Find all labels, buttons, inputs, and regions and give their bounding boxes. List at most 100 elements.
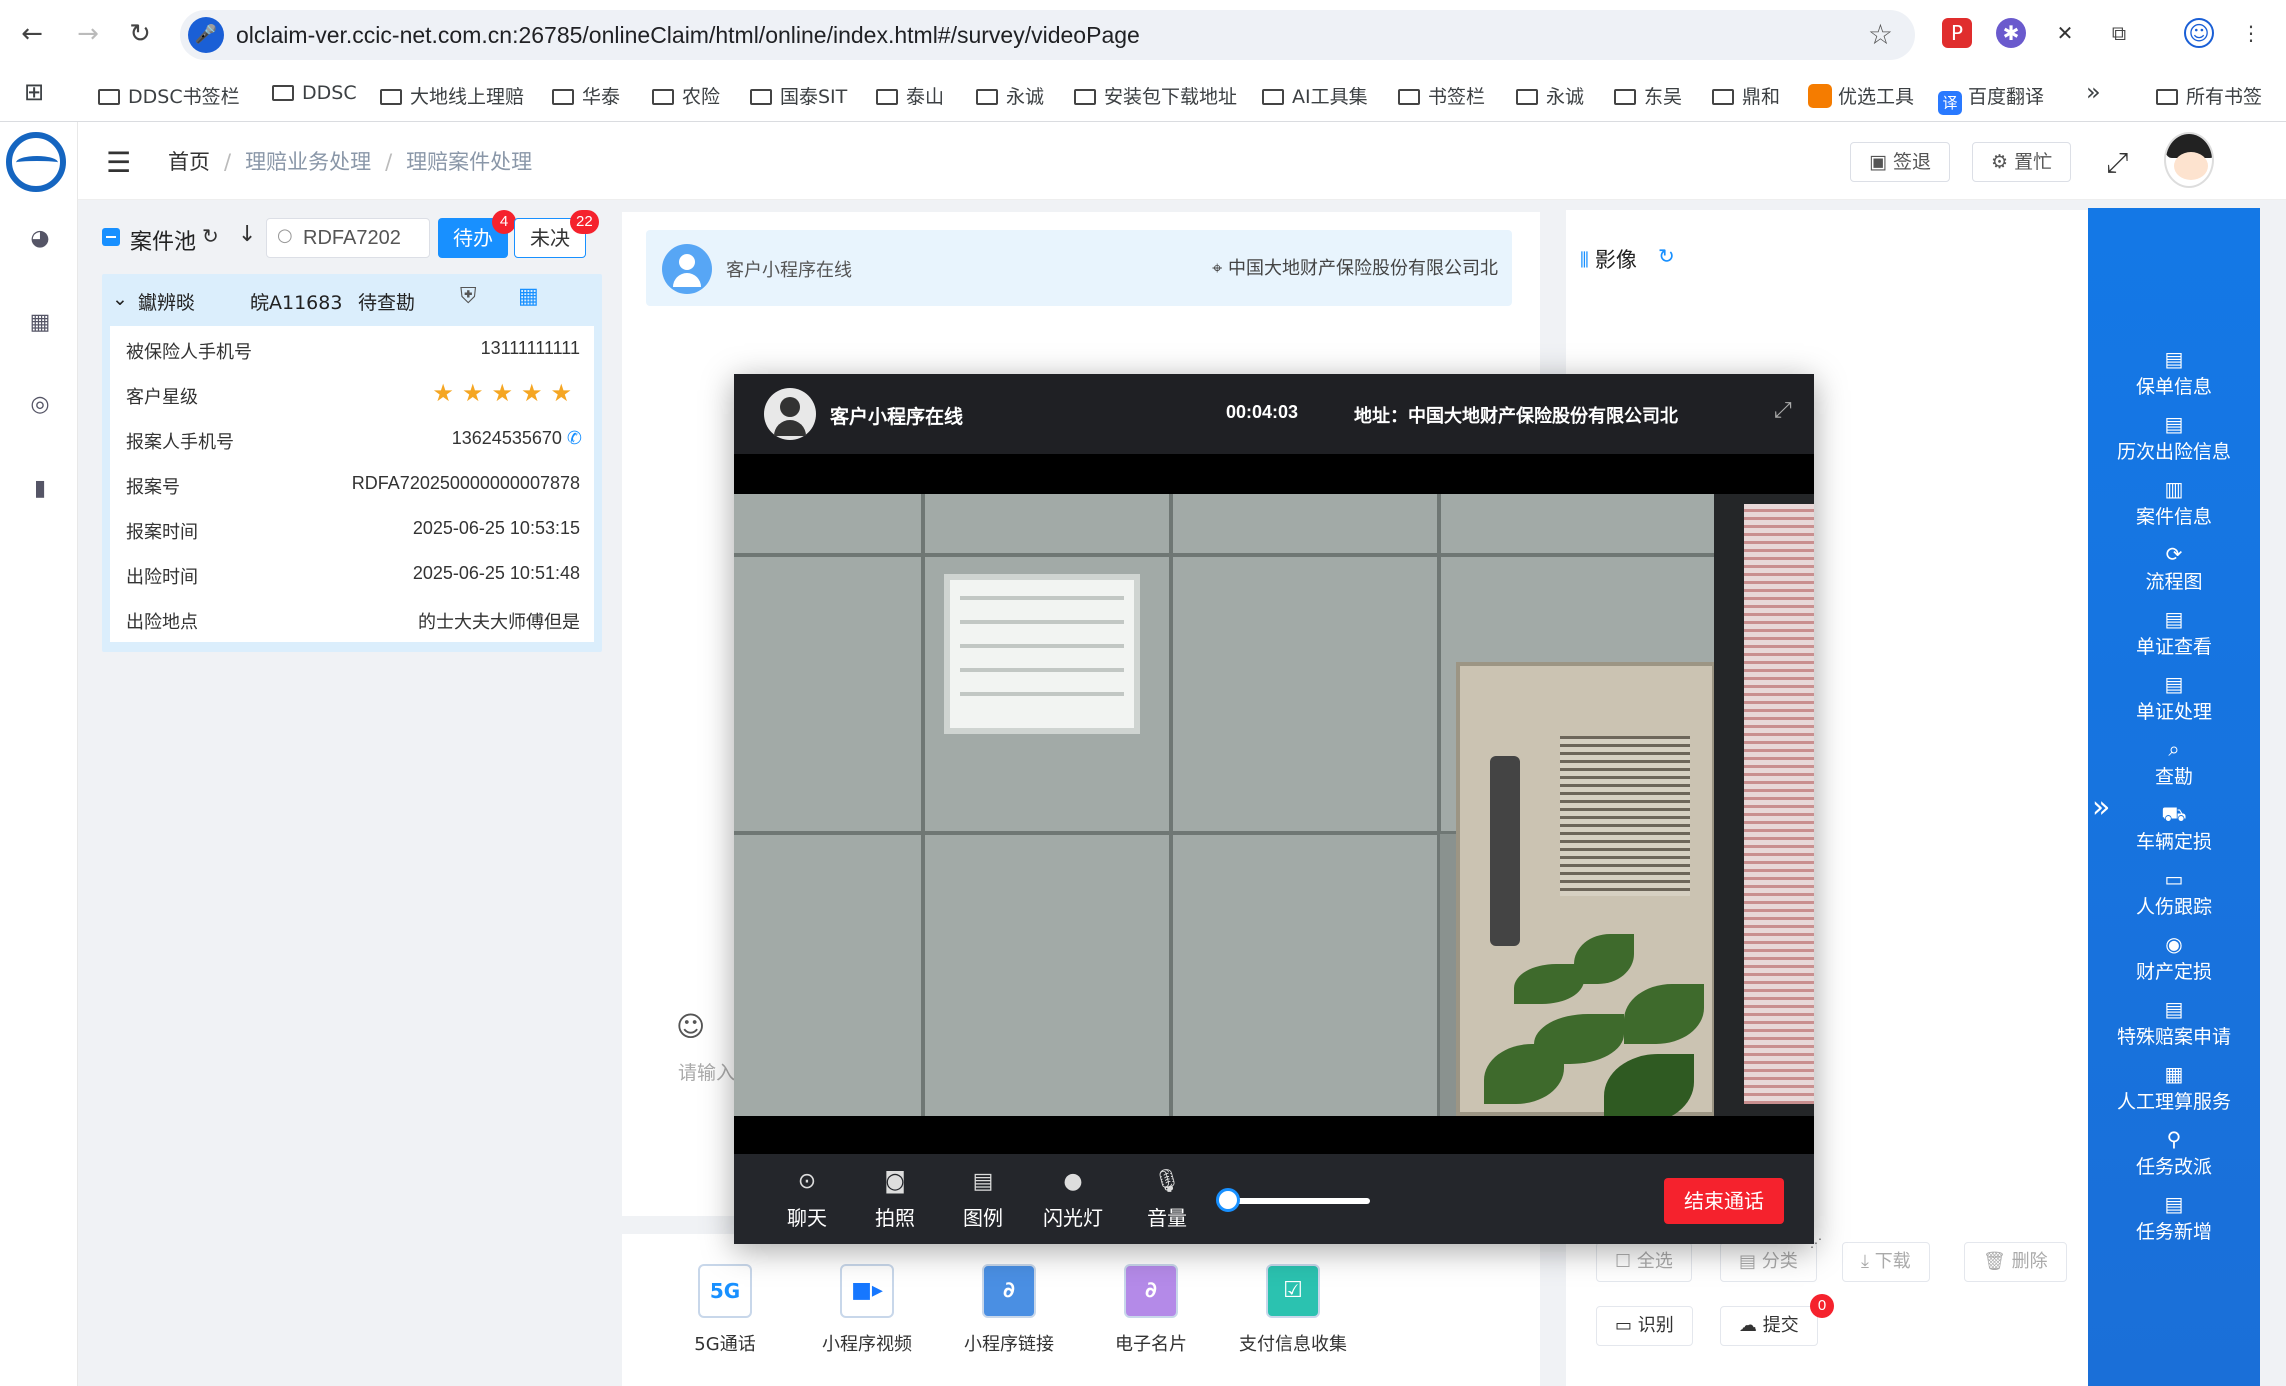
rail-item-manual-adjust[interactable]: ▦ 人工理算服务: [2088, 1063, 2260, 1114]
volume-button[interactable]: 🎙 音量: [1132, 1168, 1202, 1231]
extension-icon[interactable]: ✱: [1996, 18, 2026, 48]
tool-miniapp-video[interactable]: ■▸ 小程序视频: [802, 1264, 932, 1356]
table-icon[interactable]: ▦: [28, 312, 52, 334]
expand-rail-icon[interactable]: »: [2092, 790, 2110, 825]
bookmark-item[interactable]: 国泰SIT: [750, 82, 847, 109]
rail-item-document-view[interactable]: ▤ 单证查看: [2088, 608, 2260, 659]
sign-out-button[interactable]: ▣ 签退: [1850, 142, 1951, 182]
more-bookmarks-chevron-icon[interactable]: »: [2086, 78, 2101, 106]
rail-item-injury-tracking[interactable]: ▭ 人伤跟踪: [2088, 868, 2260, 919]
collapse-chevron-icon[interactable]: ⌄: [112, 288, 128, 310]
bookmark-item[interactable]: 东吴: [1614, 82, 1682, 109]
breadcrumb-home[interactable]: 首页: [168, 150, 210, 174]
bookmark-item[interactable]: DDSC书签栏: [98, 82, 240, 109]
bookmark-item[interactable]: 永诚: [976, 82, 1044, 109]
fullscreen-icon[interactable]: ⤢: [2106, 146, 2128, 180]
rail-item-policy-info[interactable]: ▤ 保单信息: [2088, 348, 2260, 399]
chat-button[interactable]: ⊙ 聊天: [772, 1168, 842, 1231]
browser-toolbar: ← → ↻ 🎤 olclaim-ver.ccic-net.com.cn:2678…: [0, 0, 2286, 68]
tool-e-card[interactable]: ∂ 电子名片: [1086, 1264, 1216, 1356]
url-text[interactable]: olclaim-ver.ccic-net.com.cn:26785/online…: [236, 22, 1140, 49]
rail-item-claim-history[interactable]: ▤ 历次出险信息: [2088, 413, 2260, 464]
resize-handle-icon[interactable]: ⋰: [1810, 1236, 1822, 1250]
photo-button[interactable]: ◙ 拍照: [860, 1168, 930, 1231]
submit-button[interactable]: ☁ 提交: [1720, 1306, 1818, 1346]
chat-input[interactable]: 请输入: [678, 1058, 735, 1085]
delete-button[interactable]: 🗑 删除: [1964, 1242, 2067, 1282]
phone-icon[interactable]: ✆: [567, 428, 582, 448]
card-icon: ∂: [1124, 1264, 1178, 1318]
avatar[interactable]: [2164, 132, 2214, 188]
bookmark-item[interactable]: 译百度翻译: [1938, 82, 2044, 115]
bookmark-item[interactable]: 书签栏: [1398, 82, 1485, 109]
bookmark-item[interactable]: 华泰: [552, 82, 620, 109]
rail-item-case-info[interactable]: ▥ 案件信息: [2088, 478, 2260, 529]
rail-item-vehicle-loss[interactable]: ⛟ 车辆定损: [2088, 803, 2260, 854]
case-pool-checkbox[interactable]: [102, 228, 120, 246]
bookmark-item[interactable]: 大地线上理赔: [380, 82, 524, 109]
bookmark-item[interactable]: DDSC: [272, 82, 357, 104]
bookmark-item[interactable]: 鼎和: [1712, 82, 1780, 109]
volume-slider-handle[interactable]: [1216, 1188, 1240, 1212]
sort-icon[interactable]: ↓: [238, 222, 256, 247]
select-all-button[interactable]: ☐ 全选: [1596, 1242, 1692, 1282]
menu-toggle-icon[interactable]: ☰: [106, 146, 131, 179]
dashboard-icon[interactable]: ◕: [28, 228, 52, 250]
video-camera-icon: ■▸: [840, 1264, 894, 1318]
breadcrumb-item[interactable]: 理赔业务处理: [245, 150, 371, 174]
case-search-input[interactable]: [303, 225, 423, 251]
profile-icon[interactable]: ☺: [2184, 18, 2214, 48]
busy-button[interactable]: ⚙ 置忙: [1972, 142, 2072, 182]
rail-item-survey[interactable]: ⌕ 查勘: [2088, 738, 2260, 789]
grid-icon[interactable]: ▦: [518, 284, 539, 309]
apps-grid-icon[interactable]: ⊞: [24, 78, 44, 106]
rail-item-task-reassign[interactable]: ⚲ 任务改派: [2088, 1128, 2260, 1179]
mic-icon[interactable]: 🎤: [188, 17, 224, 53]
bookmark-item[interactable]: 农险: [652, 82, 720, 109]
bookmark-item[interactable]: 优选工具: [1808, 82, 1914, 109]
shield-icon[interactable]: ⛨: [460, 284, 477, 309]
extensions-puzzle-icon[interactable]: ⧉: [2104, 18, 2134, 48]
rail-item-property-loss[interactable]: ◉ 财产定损: [2088, 933, 2260, 984]
download-button[interactable]: ⤓ 下载: [1842, 1242, 1930, 1282]
volume-slider-track[interactable]: [1234, 1198, 1370, 1204]
extension-icon[interactable]: ✕: [2050, 18, 2080, 48]
case-search[interactable]: ○: [266, 218, 430, 258]
rail-item-special-claim[interactable]: ▤ 特殊赔案申请: [2088, 998, 2260, 1049]
rail-item-flowchart[interactable]: ⟳ 流程图: [2088, 543, 2260, 594]
bar-chart-icon[interactable]: ▮: [28, 478, 52, 500]
tool-5g-call[interactable]: 5G 5G通话: [660, 1264, 790, 1356]
reload-icon[interactable]: ↻: [124, 18, 156, 50]
bookmark-item[interactable]: 安装包下载地址: [1074, 82, 1237, 109]
document-icon: ▤: [2164, 347, 2184, 371]
company-logo: [6, 132, 66, 192]
case-card-header[interactable]: ⌄ 钀辨晱 皖A11683 待查勘 ⛨ ▦: [102, 274, 602, 324]
refresh-icon[interactable]: ↻: [1658, 244, 1675, 268]
folder-icon: [876, 89, 898, 105]
emoji-icon[interactable]: ☺: [676, 1010, 705, 1043]
refresh-icon[interactable]: ↻: [202, 224, 219, 248]
recognize-button[interactable]: ▭ 识别: [1596, 1306, 1693, 1346]
back-icon[interactable]: ←: [16, 18, 48, 50]
end-call-button[interactable]: 结束通话: [1664, 1178, 1784, 1224]
address-bar[interactable]: 🎤 olclaim-ver.ccic-net.com.cn:26785/onli…: [180, 10, 1915, 60]
rail-item-document-process[interactable]: ▤ 单证处理: [2088, 673, 2260, 724]
tool-miniapp-link[interactable]: ∂ 小程序链接: [944, 1264, 1074, 1356]
rail-item-task-add[interactable]: ▤ 任务新增: [2088, 1193, 2260, 1244]
extension-icon[interactable]: P: [1942, 18, 1972, 48]
right-action-rail: ▤ 保单信息 ▤ 历次出险信息 ▥ 案件信息 ⟳ 流程图 ▤ 单证查看 ▤ 单证处理 ⌕ 查勘…: [2088, 208, 2260, 1386]
forward-icon[interactable]: →: [72, 18, 104, 50]
tool-payment-collect[interactable]: ☑ 支付信息收集: [1228, 1264, 1358, 1356]
all-bookmarks[interactable]: 所有书签: [2156, 82, 2262, 109]
classify-button[interactable]: ▤ 分类: [1720, 1242, 1817, 1282]
legend-button[interactable]: ▤ 图例: [948, 1168, 1018, 1231]
expand-icon[interactable]: ⤢: [1774, 398, 1792, 423]
flashlight-button[interactable]: ● 闪光灯: [1038, 1168, 1108, 1231]
bookmark-item[interactable]: 永诚: [1516, 82, 1584, 109]
bookmark-item[interactable]: 泰山: [876, 82, 944, 109]
bookmark-item[interactable]: AI工具集: [1262, 82, 1368, 109]
settings-box-icon[interactable]: ◎: [28, 394, 52, 416]
case-card[interactable]: ⌄ 钀辨晱 皖A11683 待查勘 ⛨ ▦ 被保险人手机号 13111111111…: [102, 274, 602, 652]
menu-kebab-icon[interactable]: ⋮: [2236, 18, 2266, 48]
bookmark-star-icon[interactable]: ☆: [1868, 18, 1893, 51]
